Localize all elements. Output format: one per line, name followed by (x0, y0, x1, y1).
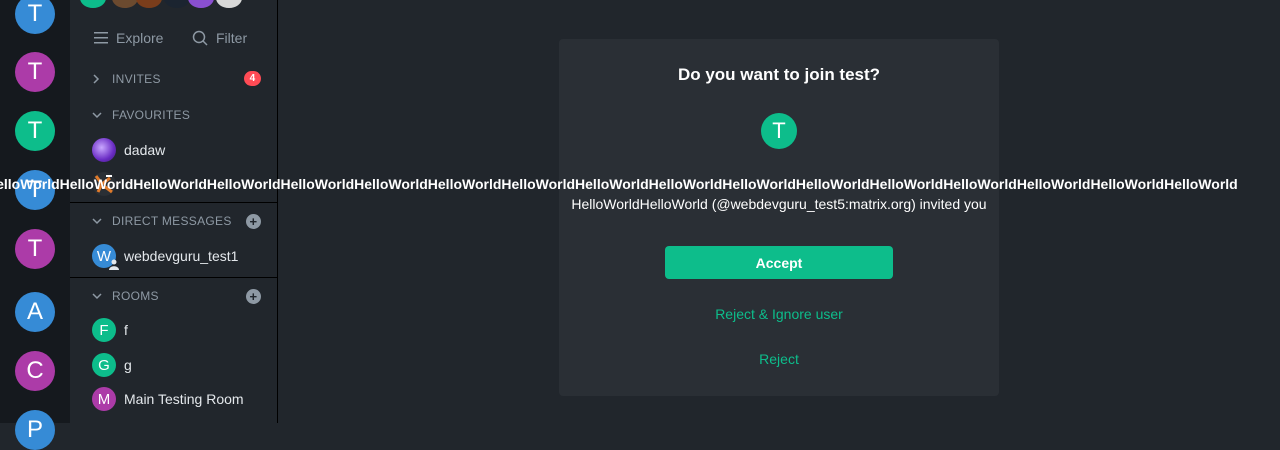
space-avatar[interactable]: A (15, 292, 55, 332)
chevron-down-icon (92, 217, 106, 225)
room-avatar (92, 138, 116, 162)
inviter-text: HelloWorldHelloWorld (@webdevguru_test5:… (571, 196, 987, 212)
favourites-label: FAVOURITES (112, 108, 191, 122)
space-avatar-letter: T (27, 235, 43, 262)
dm-label: DIRECT MESSAGES (112, 214, 232, 228)
breadcrumb-avatar[interactable] (164, 0, 190, 8)
section-divider (70, 277, 277, 278)
space-avatar-letter: T (27, 58, 43, 85)
space-avatar[interactable]: P (15, 410, 55, 450)
space-avatar-letter: A (26, 298, 43, 325)
breadcrumb-avatar[interactable] (188, 0, 214, 8)
reject-ignore-button[interactable]: Reject & Ignore user (559, 306, 999, 322)
section-divider (70, 202, 277, 203)
dm-avatar: W (92, 244, 119, 270)
user-presence-icon (109, 259, 119, 270)
explore-filter-row: Explore Filter (70, 30, 277, 52)
breadcrumbs (80, 0, 242, 8)
breadcrumb-avatar[interactable] (80, 0, 106, 8)
overflowing-inviter-name: HelloWorldHelloWorldHelloWorldHelloWorld… (0, 176, 1238, 192)
explore-button[interactable]: Explore (94, 30, 163, 46)
room-tile-dadaw[interactable]: dadaw (92, 138, 165, 162)
space-avatar[interactable]: T (15, 229, 55, 269)
room-avatar: F (92, 318, 116, 342)
room-name: g (124, 357, 132, 373)
search-icon (192, 30, 208, 46)
invites-section-header[interactable]: INVITES 4 (70, 69, 277, 89)
dm-name: webdevguru_test1 (124, 248, 239, 264)
room-name: f (124, 322, 128, 338)
chevron-down-icon (92, 111, 106, 119)
room-name: Main Testing Room (124, 391, 244, 407)
room-avatar-letter: T (772, 118, 786, 143)
add-dm-icon[interactable]: + (246, 214, 261, 229)
space-avatar[interactable]: T (15, 111, 55, 151)
room-avatar: M (92, 387, 116, 411)
chevron-right-icon (92, 74, 106, 84)
favourites-section-header[interactable]: FAVOURITES (70, 105, 277, 125)
accept-button[interactable]: Accept (665, 246, 893, 279)
space-avatar[interactable]: C (15, 351, 55, 391)
room-tile-g[interactable]: G g (92, 353, 132, 377)
breadcrumb-avatar[interactable] (112, 0, 138, 8)
dm-tile[interactable]: W webdevguru_test1 (92, 244, 239, 270)
room-invite-preview: Do you want to join test? T HelloWorldHe… (559, 39, 999, 396)
space-avatar[interactable]: T (15, 52, 55, 92)
room-avatar: T (761, 113, 797, 149)
space-avatar-letter: C (26, 357, 44, 384)
filter-placeholder: Filter (216, 30, 248, 46)
reject-button[interactable]: Reject (559, 351, 999, 367)
room-tile-f[interactable]: F f (92, 318, 128, 342)
invites-count-badge: 4 (244, 71, 261, 86)
room-avatar-letter: M (97, 390, 111, 408)
breadcrumb-avatar[interactable] (136, 0, 162, 8)
room-list-panel: Explore Filter INVITES 4 FAVOURITES dada… (70, 0, 278, 423)
add-room-icon[interactable]: + (246, 289, 261, 304)
explore-icon (94, 32, 108, 44)
dm-section-header[interactable]: DIRECT MESSAGES + (70, 211, 277, 231)
room-avatar: G (92, 353, 116, 377)
invite-title: Do you want to join test? (677, 65, 881, 84)
space-avatar-letter: T (27, 0, 43, 27)
filter-input[interactable]: Filter (192, 30, 247, 46)
rooms-section-header[interactable]: ROOMS + (70, 286, 277, 306)
room-view: Do you want to join test? T HelloWorldHe… (278, 0, 1280, 423)
space-avatar-letter: P (26, 416, 43, 443)
invites-label: INVITES (112, 72, 161, 86)
explore-label: Explore (116, 30, 164, 46)
space-avatar[interactable]: T (15, 0, 55, 34)
space-avatar-letter: T (27, 117, 43, 144)
rooms-label: ROOMS (112, 289, 159, 303)
room-avatar-letter: F (99, 321, 109, 339)
room-avatar-letter: G (98, 356, 110, 374)
room-tile-main-testing-room[interactable]: M Main Testing Room (92, 387, 244, 411)
chevron-down-icon (92, 292, 106, 300)
room-name: dadaw (124, 142, 166, 158)
space-bar: T T T T T A C P (0, 0, 70, 450)
breadcrumb-avatar[interactable] (216, 0, 242, 8)
